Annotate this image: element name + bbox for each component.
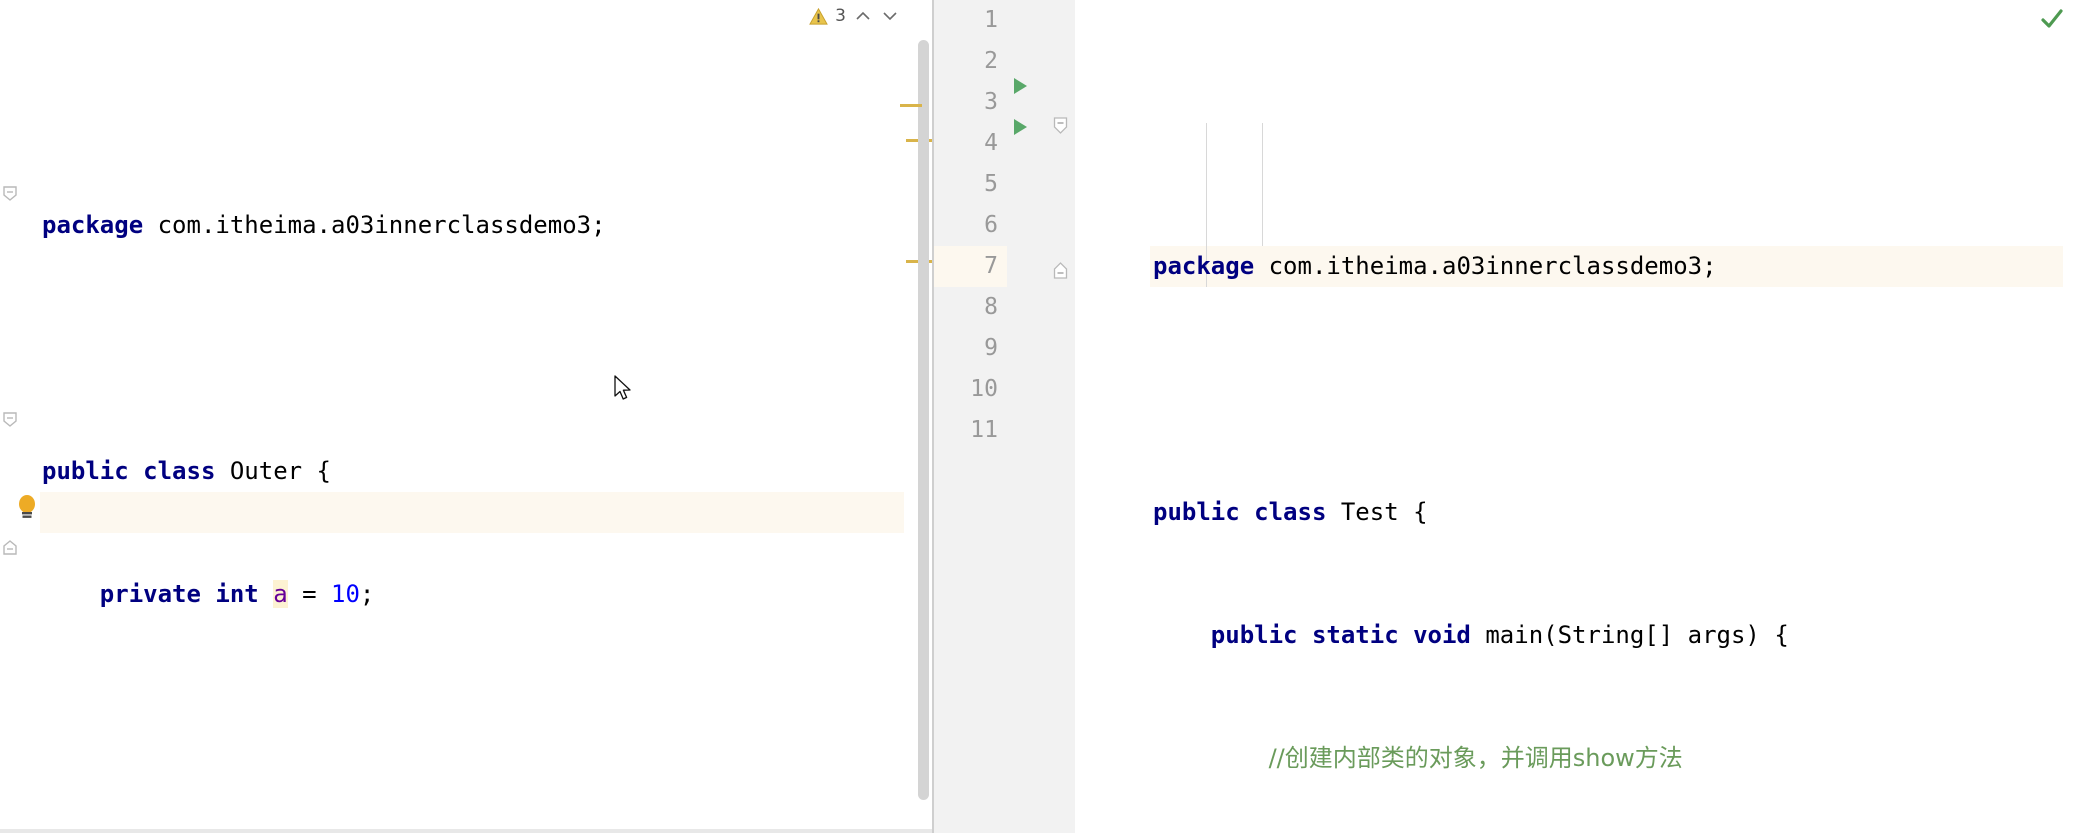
mouse-pointer-arrow bbox=[614, 375, 634, 402]
run-class-arrow-icon[interactable] bbox=[1014, 78, 1027, 94]
lightbulb-intention-icon[interactable] bbox=[16, 494, 38, 520]
line-number: 7 bbox=[932, 246, 1007, 287]
line-number: 11 bbox=[970, 417, 998, 443]
editor-pane-right[interactable]: 1 2 3 4 5 6 7 8 9 10 11 package com.ithe… bbox=[932, 0, 2075, 833]
fold-marker-end-show[interactable] bbox=[3, 540, 17, 555]
fold-marker-main-method[interactable] bbox=[1053, 117, 1068, 134]
line-number: 10 bbox=[970, 376, 998, 402]
warning-triangle-icon bbox=[809, 7, 829, 26]
chevron-up-icon[interactable] bbox=[853, 6, 873, 26]
inspection-status-widget[interactable]: 3 bbox=[809, 0, 900, 32]
right-gutter-warning-marker[interactable] bbox=[900, 104, 922, 107]
fold-marker-inner-class[interactable] bbox=[3, 186, 17, 201]
code-line[interactable] bbox=[42, 697, 932, 738]
left-editor-gutter[interactable] bbox=[0, 0, 40, 833]
checkmark-ok-icon[interactable] bbox=[2039, 6, 2065, 32]
editor-pane-left[interactable]: package com.itheima.a03innerclassdemo3; … bbox=[0, 0, 932, 833]
ide-split-editor: package com.itheima.a03innerclassdemo3; … bbox=[0, 0, 2075, 833]
left-editor-code[interactable]: package com.itheima.a03innerclassdemo3; … bbox=[40, 0, 932, 833]
fold-marker-show-method[interactable] bbox=[3, 412, 17, 427]
run-main-arrow-icon[interactable] bbox=[1014, 119, 1027, 135]
indent-guide bbox=[1262, 123, 1263, 246]
run-gutter-column[interactable] bbox=[1007, 0, 1047, 833]
right-fold-column[interactable] bbox=[1047, 0, 1075, 833]
code-line[interactable]: //创建内部类的对象，并调用show方法 bbox=[1153, 738, 2075, 779]
left-editor-scrollbar[interactable] bbox=[917, 0, 930, 833]
caret-line-highlight bbox=[40, 492, 932, 533]
code-line[interactable]: public static void main(String[] args) { bbox=[1153, 615, 2075, 656]
line-number: 2 bbox=[984, 48, 998, 74]
left-editor-bottom-edge bbox=[0, 829, 932, 833]
editor-split-divider[interactable] bbox=[932, 0, 934, 833]
line-number: 6 bbox=[984, 212, 998, 238]
code-line[interactable] bbox=[42, 328, 932, 369]
chinese-comment: //创建内部类的对象，并调用show方法 bbox=[1268, 744, 1683, 772]
code-line[interactable]: public class Outer { bbox=[42, 451, 932, 492]
code-line[interactable]: package com.itheima.a03innerclassdemo3; bbox=[1153, 246, 2075, 287]
chevron-down-icon[interactable] bbox=[880, 6, 900, 26]
line-number: 5 bbox=[984, 171, 998, 197]
code-line[interactable]: private int a = 10; bbox=[42, 574, 932, 615]
code-line[interactable] bbox=[1153, 369, 2075, 410]
fold-marker-main-end[interactable] bbox=[1053, 262, 1068, 279]
warning-count: 3 bbox=[835, 6, 846, 26]
right-editor-scrollbar[interactable] bbox=[2063, 0, 2075, 833]
line-number: 1 bbox=[984, 7, 998, 33]
line-number: 4 bbox=[984, 130, 998, 156]
line-number: 8 bbox=[984, 294, 998, 320]
line-number: 9 bbox=[984, 335, 998, 361]
scrollbar-thumb[interactable] bbox=[918, 40, 929, 800]
right-editor-line-numbers[interactable]: 1 2 3 4 5 6 7 8 9 10 11 bbox=[932, 0, 1007, 833]
code-line[interactable]: package com.itheima.a03innerclassdemo3; bbox=[42, 205, 932, 246]
right-editor-code[interactable]: package com.itheima.a03innerclassdemo3; … bbox=[1150, 0, 2075, 833]
line-number: 3 bbox=[984, 89, 998, 115]
code-line[interactable]: public class Test { bbox=[1153, 492, 2075, 533]
